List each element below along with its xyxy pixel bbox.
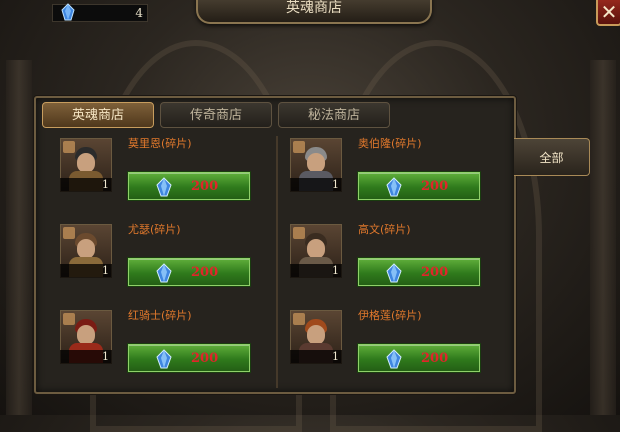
shop-panel: 英魂商店 传奇商店 秘法商店 1 莫里恩(碎片) 200 1 奥伯隆(碎片) 2… (34, 96, 516, 394)
item-name: 高文(碎片) (358, 223, 411, 236)
portrait-face (77, 239, 95, 259)
fragment-count: 1 (290, 178, 342, 192)
background-column (590, 60, 616, 415)
buy-button[interactable]: 200 (358, 172, 480, 200)
portrait-face (77, 325, 95, 345)
close-button[interactable]: ✕ (596, 0, 620, 26)
shop-item-card[interactable]: 1 奥伯隆(碎片) 200 (276, 136, 496, 216)
blue-crystal-icon (156, 349, 172, 369)
price-label: 200 (421, 351, 449, 366)
item-name: 尤瑟(碎片) (128, 223, 181, 236)
portrait-face (307, 325, 325, 345)
price-label: 200 (421, 265, 449, 280)
price-label: 200 (191, 351, 219, 366)
price-label: 200 (421, 179, 449, 194)
portrait-face (307, 153, 325, 173)
blue-crystal-icon (386, 263, 402, 283)
price-label: 200 (191, 179, 219, 194)
puzzle-piece-icon (293, 227, 305, 239)
puzzle-piece-icon (293, 313, 305, 325)
shop-item-card[interactable]: 1 红骑士(碎片) 200 (46, 308, 266, 388)
fragment-count: 1 (290, 264, 342, 278)
shop-item-card[interactable]: 1 伊格莲(碎片) 200 (276, 308, 496, 388)
close-icon: ✕ (600, 0, 618, 24)
blue-crystal-icon (386, 177, 402, 197)
shop-item-card[interactable]: 1 高文(碎片) 200 (276, 222, 496, 302)
item-name: 莫里恩(碎片) (128, 137, 192, 150)
portrait-face (307, 239, 325, 259)
blue-crystal-icon (156, 177, 172, 197)
puzzle-piece-icon (63, 313, 75, 325)
blue-crystal-icon (61, 3, 75, 21)
price-label: 200 (191, 265, 219, 280)
item-name: 红骑士(碎片) (128, 309, 192, 322)
puzzle-piece-icon (293, 141, 305, 153)
shop-item-card[interactable]: 1 莫里恩(碎片) 200 (46, 136, 266, 216)
gem-count: 4 (135, 6, 143, 20)
buy-button[interactable]: 200 (358, 344, 480, 372)
fragment-count: 1 (60, 178, 112, 192)
buy-button[interactable]: 200 (128, 258, 250, 286)
blue-crystal-icon (386, 349, 402, 369)
buy-button[interactable]: 200 (128, 172, 250, 200)
shop-item-card[interactable]: 1 尤瑟(碎片) 200 (46, 222, 266, 302)
puzzle-piece-icon (63, 141, 75, 153)
buy-button[interactable]: 200 (128, 344, 250, 372)
tab-legend-shop[interactable]: 传奇商店 (160, 102, 272, 128)
portrait-face (77, 153, 95, 173)
shop-title: 英魂商店 (196, 0, 432, 24)
blue-crystal-icon (156, 263, 172, 283)
background-column (6, 60, 32, 415)
item-name: 奥伯隆(碎片) (358, 137, 422, 150)
tab-hero-soul-shop[interactable]: 英魂商店 (42, 102, 154, 128)
fragment-count: 1 (60, 350, 112, 364)
fragment-count: 1 (290, 350, 342, 364)
filter-all-button[interactable]: 全部 (514, 138, 590, 176)
buy-button[interactable]: 200 (358, 258, 480, 286)
item-grid: 1 莫里恩(碎片) 200 1 奥伯隆(碎片) 200 1 尤瑟(碎片) 200… (46, 136, 504, 388)
puzzle-piece-icon (63, 227, 75, 239)
tab-arcane-shop[interactable]: 秘法商店 (278, 102, 390, 128)
gem-counter: 4 (52, 3, 148, 22)
item-name: 伊格莲(碎片) (358, 309, 422, 322)
fragment-count: 1 (60, 264, 112, 278)
